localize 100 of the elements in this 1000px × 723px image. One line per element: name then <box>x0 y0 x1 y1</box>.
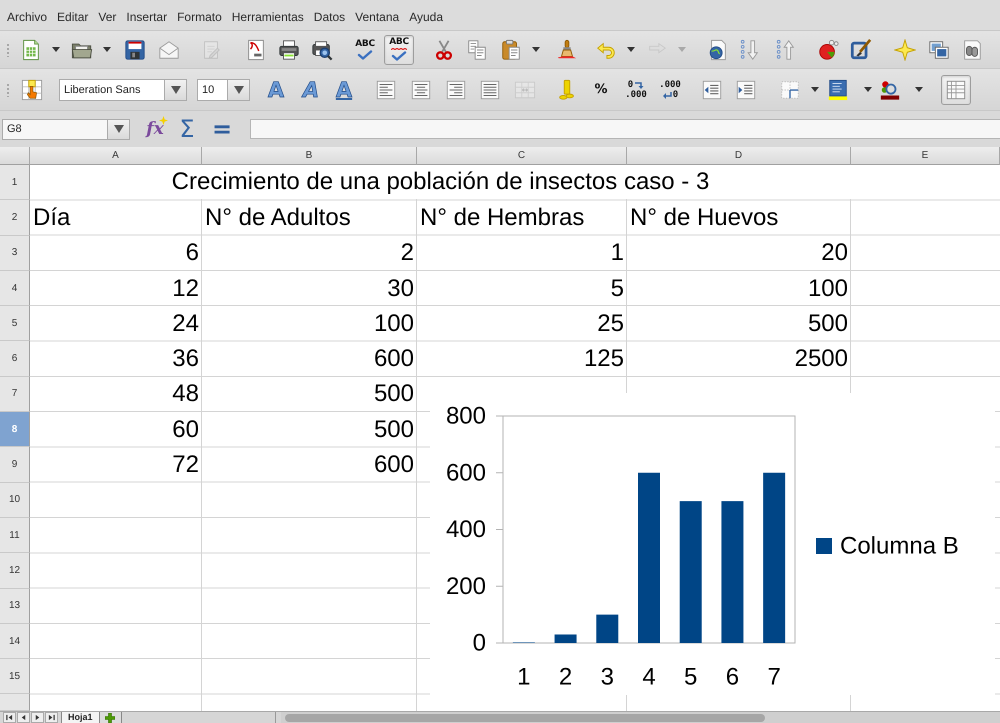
row-header[interactable]: 13 <box>0 588 30 624</box>
row-header[interactable]: 12 <box>0 553 30 589</box>
menu-item[interactable]: Ventana <box>350 8 404 26</box>
caret-icon <box>864 87 872 92</box>
table-cell-text: 600 <box>372 344 415 374</box>
axis-label: 7 <box>767 664 781 690</box>
table-cell-text: 12 <box>171 274 200 304</box>
paintbrush-icon <box>556 38 578 60</box>
dropdown-button[interactable] <box>165 78 187 100</box>
table-cell-text: N° de Huevos <box>629 202 780 233</box>
menu-item[interactable]: Datos <box>308 8 350 26</box>
axis-label: 600 <box>446 459 486 486</box>
formula-input-field[interactable] <box>250 119 1000 139</box>
toolbar-grip[interactable] <box>6 42 10 56</box>
left-triangle-icon <box>20 714 27 721</box>
column-header[interactable]: D <box>627 147 851 165</box>
function-button[interactable]: = <box>207 115 237 143</box>
dropdown-button[interactable] <box>108 118 130 140</box>
row-header[interactable]: 4 <box>0 270 30 306</box>
column-header[interactable]: B <box>202 147 417 165</box>
table-cell-text: 2 <box>400 238 415 268</box>
font-name-field[interactable]: Liberation Sans <box>59 78 165 100</box>
first-sheet-button[interactable] <box>3 712 16 723</box>
row-header[interactable]: 3 <box>0 236 30 271</box>
table-cell-text: 500 <box>806 308 849 339</box>
font-size-field[interactable]: 10 <box>197 78 228 100</box>
caret-icon <box>103 47 111 52</box>
skip-start-icon <box>6 714 13 721</box>
caret-icon <box>915 87 923 92</box>
envelope-icon <box>158 38 180 60</box>
table-cell-text: 6 <box>184 238 200 268</box>
dropdown-button[interactable] <box>228 78 250 100</box>
add-decimal-button[interactable]: 0 .000 <box>621 74 651 104</box>
caret-icon <box>234 86 244 94</box>
menu-item[interactable]: Archivo <box>2 8 52 26</box>
menu-item[interactable]: Ver <box>93 8 122 26</box>
documents-icon <box>466 38 488 60</box>
table-cell-text: 24 <box>171 308 200 339</box>
previous-sheet-button[interactable] <box>17 712 30 723</box>
row-header[interactable]: 1 <box>0 165 30 200</box>
add-sheet-button[interactable] <box>100 712 122 723</box>
percent-button[interactable]: % <box>586 74 616 104</box>
pdf-document-icon <box>245 38 267 60</box>
row-header[interactable]: 9 <box>0 447 30 483</box>
caret-icon <box>678 47 686 52</box>
axis-label: 800 <box>446 402 486 430</box>
row-header[interactable]: 11 <box>0 518 30 554</box>
menu-item[interactable]: Herramientas <box>226 8 309 26</box>
caret-icon <box>52 47 60 52</box>
menu-item[interactable]: Formato <box>172 8 227 26</box>
caret-icon <box>114 125 124 133</box>
caret-icon <box>532 47 540 52</box>
table-cell-text: 5 <box>610 274 625 304</box>
table-cell-text: 30 <box>386 274 415 304</box>
next-sheet-button[interactable] <box>31 712 44 723</box>
sum-button[interactable]: Σ <box>172 115 202 143</box>
skip-end-icon <box>48 714 55 721</box>
menu-item[interactable]: Editar <box>52 8 94 26</box>
row-header[interactable]: 6 <box>0 341 30 377</box>
column-header[interactable]: E <box>851 147 1000 165</box>
row-header[interactable]: 15 <box>0 659 30 694</box>
grid-hand-icon <box>21 78 43 100</box>
menu-item[interactable]: Insertar <box>121 8 172 26</box>
highlight-color-icon <box>827 78 849 100</box>
row-header[interactable]: 7 <box>0 376 30 412</box>
bent-arrow-icon <box>662 90 672 98</box>
table-cell-text: 2500 <box>794 344 849 374</box>
autospellcheck-button[interactable]: ABC <box>384 34 414 64</box>
star-icon <box>894 38 916 60</box>
axis-label: 6 <box>726 664 740 690</box>
scrollbar-thumb[interactable] <box>285 714 765 722</box>
caret-icon <box>627 47 635 52</box>
sheet-tab[interactable]: Hoja1 <box>61 712 100 723</box>
column-header[interactable]: A <box>30 147 202 165</box>
row-header[interactable]: 14 <box>0 624 30 660</box>
outdent-icon <box>701 78 723 100</box>
row-header[interactable]: 10 <box>0 482 30 518</box>
row-header[interactable]: 2 <box>0 200 30 236</box>
table-cell-text: 1 <box>610 238 625 268</box>
database-icon <box>961 38 983 60</box>
up-arrow-icon <box>775 38 797 60</box>
gridlines-button[interactable] <box>941 74 971 104</box>
table-cell-text: 100 <box>372 308 415 339</box>
row-header[interactable]: 5 <box>0 306 30 342</box>
name-box[interactable]: G8 <box>2 118 108 140</box>
caret-icon <box>811 87 819 92</box>
function-wizard-button[interactable]: fx <box>140 115 170 143</box>
font-color-icon <box>879 78 901 100</box>
spellcheck-button[interactable]: ABC <box>350 34 380 64</box>
table-cell-text: 25 <box>596 308 625 339</box>
horizontal-scrollbar[interactable] <box>281 712 1000 723</box>
menu-item[interactable]: Ayuda <box>404 8 448 26</box>
delete-decimal-button[interactable]: .000 0 <box>655 74 685 104</box>
column-header[interactable]: C <box>417 147 627 165</box>
table-cell-text: N° de Adultos <box>204 202 352 233</box>
last-sheet-button[interactable] <box>45 712 58 723</box>
axis-label: 200 <box>446 572 486 600</box>
table-cell-text: N° de Hembras <box>419 202 586 233</box>
axis-label: 3 <box>600 664 614 690</box>
toolbar-grip[interactable] <box>6 82 10 96</box>
